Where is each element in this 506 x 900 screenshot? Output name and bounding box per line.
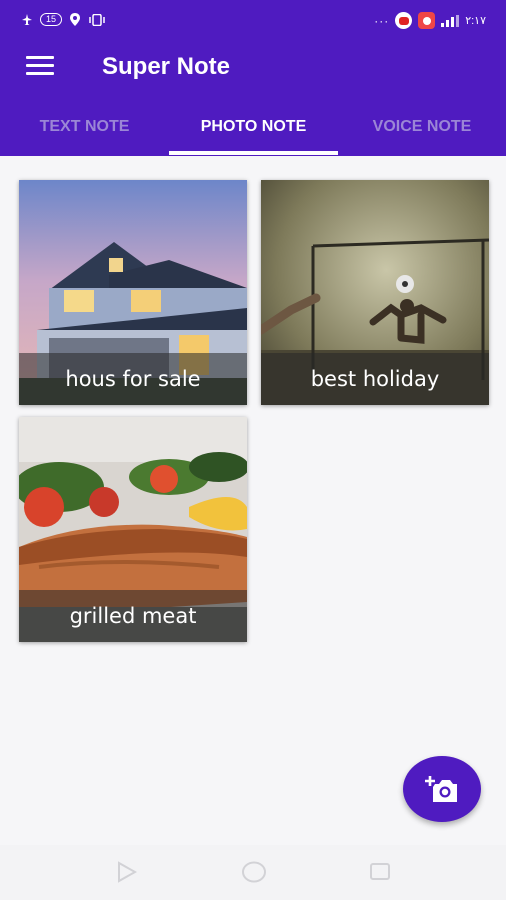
app-title: Super Note xyxy=(102,53,231,80)
photo-note-card[interactable]: grilled meat xyxy=(19,417,247,642)
add-photo-camera-icon xyxy=(425,776,457,802)
add-photo-button[interactable] xyxy=(403,756,481,822)
status-right: ··· ٢:١٧ xyxy=(374,12,486,29)
vibrate-icon xyxy=(89,13,105,26)
tab-bar: TEXT NOTE PHOTO NOTE VOICE NOTE xyxy=(0,106,506,156)
note-caption: best holiday xyxy=(261,353,489,405)
home-circle-icon[interactable] xyxy=(241,861,267,883)
signal-icon xyxy=(441,14,460,27)
photo-note-card[interactable]: best holiday xyxy=(261,180,489,405)
tab-indicator xyxy=(169,151,338,155)
hamburger-menu-icon[interactable] xyxy=(26,56,54,76)
note-caption: hous for sale xyxy=(19,353,247,405)
plane-icon xyxy=(22,13,32,25)
system-nav-bar xyxy=(0,845,506,900)
youtube-icon xyxy=(395,12,413,29)
clock: ٢:١٧ xyxy=(465,15,486,27)
recents-square-icon[interactable] xyxy=(369,861,391,883)
notification-count-badge: 15 xyxy=(40,13,63,26)
note-caption: grilled meat xyxy=(19,590,247,642)
status-left: 15 xyxy=(22,13,106,26)
tab-photo-note[interactable]: PHOTO NOTE xyxy=(169,106,338,156)
tab-voice-note[interactable]: VOICE NOTE xyxy=(338,106,506,156)
tab-text-note[interactable]: TEXT NOTE xyxy=(0,106,169,156)
more-notifications-icon: ··· xyxy=(374,13,390,28)
app-bar: 15 ··· ٢:١٧ Super Note TEXT NOTE PHOTO N… xyxy=(0,0,506,156)
back-triangle-icon[interactable] xyxy=(116,861,138,883)
location-icon xyxy=(70,13,81,26)
status-bar: 15 ··· ٢:١٧ xyxy=(0,0,506,40)
app-notification-icon xyxy=(418,12,436,29)
photo-note-card[interactable]: hous for sale xyxy=(19,180,247,405)
